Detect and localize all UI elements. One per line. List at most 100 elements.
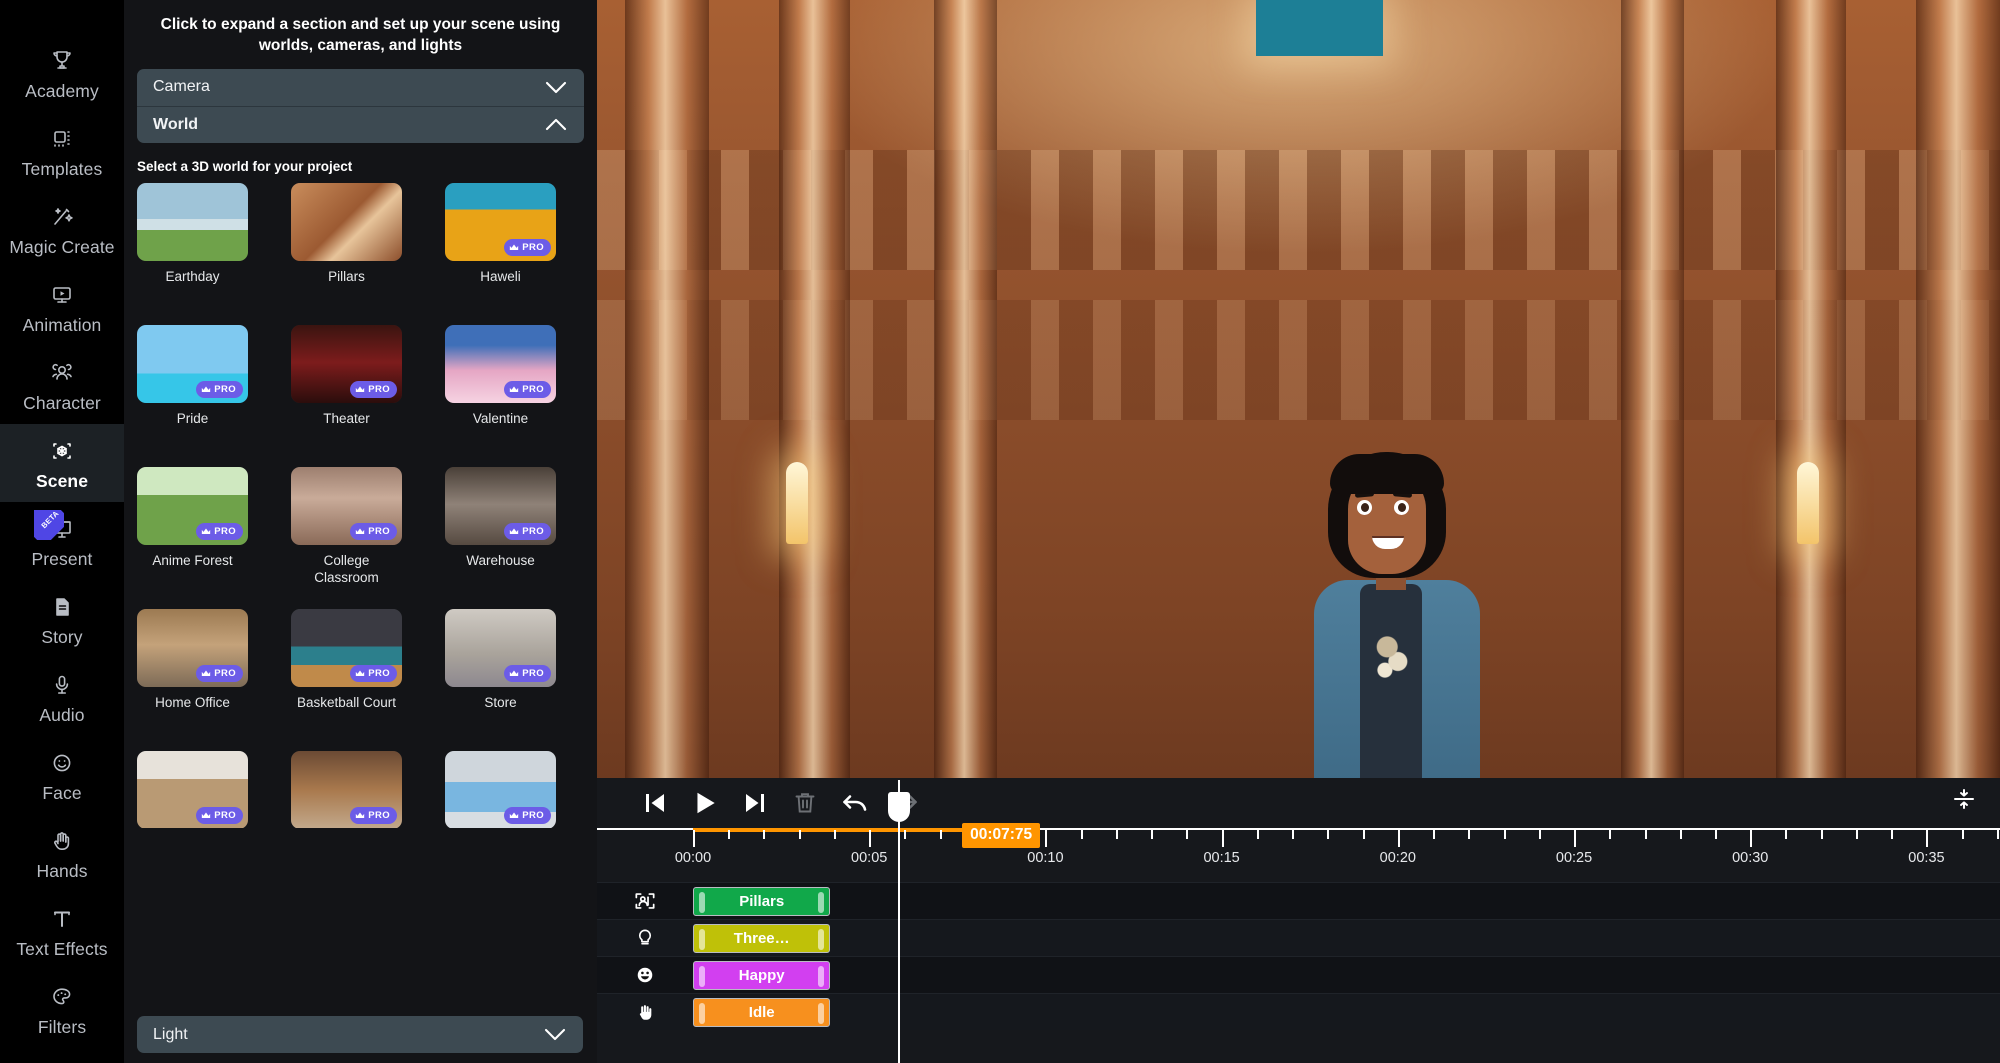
clip-handle-left[interactable] [699,1003,705,1024]
pro-badge-label: PRO [214,810,236,821]
sidebar-item-story[interactable]: Story [0,580,124,658]
world-card[interactable]: PRO Pride [137,325,248,467]
world-card[interactable]: PRO Store [445,609,556,751]
world-thumbnail[interactable]: PRO [137,325,248,403]
world-card[interactable]: PRO College Classroom [291,467,402,609]
world-card[interactable]: PRO [137,751,248,828]
world-thumbnail[interactable]: PRO [291,467,402,545]
world-thumbnail[interactable]: PRO [291,325,402,403]
light-track[interactable]: Three… [597,919,2000,956]
world-thumbnail[interactable]: PRO [137,609,248,687]
undo-button[interactable] [830,781,880,825]
clip-handle-left[interactable] [699,966,705,987]
smiley-face-icon [47,748,77,778]
pro-badge: PRO [350,523,397,540]
sidebar-item-label: Hands [36,863,87,881]
ruler-tick [1645,830,1647,839]
sidebar-item-animation[interactable]: Animation [0,268,124,346]
sidebar-item-character[interactable]: Character [0,346,124,424]
sidebar-item-label: Filters [38,1019,86,1037]
sidebar-item-audio[interactable]: Audio [0,658,124,736]
present-icon [47,514,77,544]
timeline-clip[interactable]: Three… [693,924,830,953]
world-thumbnail[interactable]: PRO [445,751,556,828]
clip-handle-right[interactable] [818,892,824,913]
timeline-clip[interactable]: Happy [693,961,830,990]
world-thumbnail[interactable]: PRO [137,467,248,545]
world-thumbnail[interactable]: PRO [291,751,402,828]
sidebar-item-magic-create[interactable]: Magic Create [0,190,124,268]
sidebar-item-text-effects[interactable]: Text Effects [0,892,124,970]
world-thumbnail[interactable]: PRO [445,467,556,545]
viewport-3d-preview[interactable] [597,0,2000,778]
accordion-world[interactable]: World [137,106,584,143]
ruler-label: 00:10 [1027,850,1063,866]
world-thumbnail[interactable] [291,183,402,261]
world-track[interactable]: Pillars [597,882,2000,919]
ruler-tick [799,830,801,839]
sidebar-item-present[interactable]: BETAPresent [0,502,124,580]
ruler-tick [1856,830,1858,839]
world-card[interactable]: PRO Basketball Court [291,609,402,751]
ruler-tick [1574,830,1576,847]
sidebar-item-templates[interactable]: Templates [0,112,124,190]
clip-handle-left[interactable] [699,929,705,950]
world-thumbnail[interactable]: PRO [137,751,248,828]
sidebar-item-academy[interactable]: Academy [0,34,124,112]
playhead-handle[interactable] [888,792,910,822]
timeline-clip[interactable]: Idle [693,998,830,1027]
timeline-clip[interactable]: Pillars [693,887,830,916]
sidebar-item-face[interactable]: Face [0,736,124,814]
delete-button[interactable] [780,781,830,825]
world-card[interactable]: PRO Haweli [445,183,556,325]
clip-handle-left[interactable] [699,892,705,913]
clip-handle-right[interactable] [818,929,824,950]
world-card[interactable]: PRO Theater [291,325,402,467]
hands-track[interactable]: Idle [597,993,2000,1030]
world-thumbnail[interactable]: PRO [445,609,556,687]
timeline-ruler[interactable]: 00:0000:0500:1000:1500:2000:2500:3000:35… [597,828,2000,882]
selection-range[interactable] [693,828,966,832]
clip-handle-right[interactable] [818,1003,824,1024]
fit-timeline-button[interactable] [1944,781,1984,821]
world-card[interactable]: PRO Home Office [137,609,248,751]
pro-badge-label: PRO [368,526,390,537]
play-button[interactable] [680,781,730,825]
clip-label: Pillars [739,893,784,910]
smiley-face-icon [597,962,693,988]
clip-handle-right[interactable] [818,966,824,987]
viewport-column [1621,0,1684,778]
world-thumbnail[interactable] [137,183,248,261]
accordion-light[interactable]: Light [137,1016,583,1053]
accordion-camera[interactable]: Camera [137,69,584,106]
pro-badge-label: PRO [522,384,544,395]
world-card[interactable]: PRO Anime Forest [137,467,248,609]
world-thumbnail[interactable]: PRO [445,183,556,261]
ruler-tick [1962,830,1964,839]
world-card-label: Basketball Court [291,695,402,712]
pro-badge: PRO [350,807,397,824]
skip-to-end-button[interactable] [730,781,780,825]
world-thumbnail[interactable]: PRO [445,325,556,403]
left-nav-rail: AcademyTemplatesMagic CreateAnimationCha… [0,0,124,1063]
sidebar-item-hands[interactable]: Hands [0,814,124,892]
viewport-column [934,0,997,778]
world-card[interactable]: PRO Warehouse [445,467,556,609]
timeline-playhead[interactable] [898,780,900,1063]
sidebar-item-filters[interactable]: Filters [0,970,124,1048]
world-card[interactable]: PRO Valentine [445,325,556,467]
world-card[interactable]: PRO [291,751,402,828]
world-grid-scroll[interactable]: Earthday Pillars PRO Haweli PRO Pride [124,183,597,828]
world-thumbnail[interactable]: PRO [291,609,402,687]
world-card-label: Pillars [291,269,402,286]
character-icon [47,358,77,388]
skip-to-start-button[interactable] [630,781,680,825]
sidebar-item-scene[interactable]: Scene [0,424,124,502]
face-track[interactable]: Happy [597,956,2000,993]
world-card[interactable]: Earthday [137,183,248,325]
ruler-tick [1045,830,1047,847]
crown-icon [355,527,365,536]
ruler-tick [728,830,730,839]
world-card[interactable]: Pillars [291,183,402,325]
world-card[interactable]: PRO [445,751,556,828]
